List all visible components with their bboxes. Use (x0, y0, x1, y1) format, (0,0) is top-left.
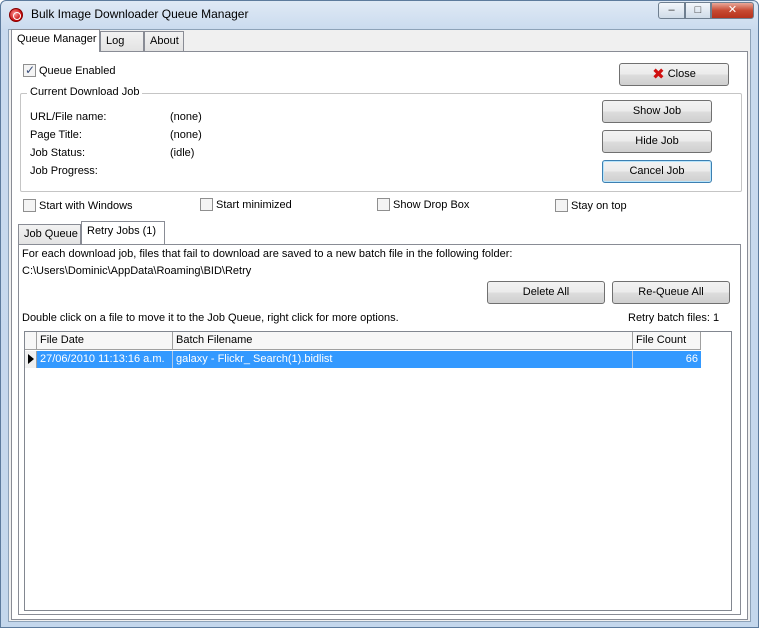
queue-manager-panel: Queue Enabled ✖Close Current Download Jo… (11, 51, 748, 620)
start-with-windows-label: Start with Windows (39, 200, 133, 212)
cell-file-date[interactable]: 27/06/2010 11:13:16 a.m. (37, 351, 173, 368)
checkbox-empty-icon (555, 199, 568, 212)
current-row-arrow-icon (28, 354, 34, 364)
maximize-button[interactable]: □ (685, 2, 711, 19)
cell-file-count[interactable]: 66 (633, 351, 701, 368)
title-bar[interactable]: Bulk Image Downloader Queue Manager – □ … (1, 1, 758, 29)
app-window: Bulk Image Downloader Queue Manager – □ … (0, 0, 759, 628)
retry-jobs-panel: For each download job, files that fail t… (18, 244, 741, 615)
checkbox-checked-icon (23, 63, 36, 77)
sub-tab-strip: Job Queue Retry Jobs (1) (18, 221, 218, 245)
page-title-value: (none) (170, 129, 202, 141)
cancel-job-button[interactable]: Cancel Job (602, 160, 712, 183)
window-title: Bulk Image Downloader Queue Manager (31, 7, 249, 21)
tab-queue-manager[interactable]: Queue Manager (11, 29, 100, 52)
retry-folder-path: C:\Users\Dominic\AppData\Roaming\BID\Ret… (22, 265, 252, 277)
queue-enabled-checkbox[interactable]: Queue Enabled (23, 63, 116, 80)
client-area: Queue Manager Log About Queue Enabled ✖C… (8, 29, 751, 622)
column-header-file-date[interactable]: File Date (37, 332, 173, 350)
current-job-group: Current Download Job URL/File name: (non… (20, 86, 742, 192)
retry-count-text: Retry batch files: 1 (628, 312, 720, 324)
queue-enabled-label: Queue Enabled (39, 65, 116, 77)
red-x-icon: ✖ (652, 66, 665, 83)
start-with-windows-checkbox[interactable]: Start with Windows (23, 199, 133, 215)
tab-retry-jobs[interactable]: Retry Jobs (1) (81, 221, 165, 244)
close-button-label: Close (667, 68, 696, 80)
checkbox-empty-icon (200, 198, 213, 211)
tab-log[interactable]: Log (100, 31, 144, 51)
show-drop-box-label: Show Drop Box (393, 199, 470, 211)
retry-info-text: For each download job, files that fail t… (22, 248, 513, 260)
close-button[interactable]: ✖ Close (619, 63, 729, 86)
cell-batch-filename[interactable]: galaxy - Flickr_ Search(1).bidlist (173, 351, 633, 368)
table-row[interactable]: 27/06/2010 11:13:16 a.m. galaxy - Flickr… (25, 351, 702, 368)
show-drop-box-checkbox[interactable]: Show Drop Box (377, 198, 469, 214)
checkbox-empty-icon (377, 198, 390, 211)
main-tab-strip: Queue Manager Log About (11, 29, 311, 53)
tab-job-queue[interactable]: Job Queue (18, 224, 81, 244)
retry-files-grid[interactable]: File Date Batch Filename File Count 27/0… (24, 331, 732, 611)
row-indicator-header (25, 332, 37, 350)
job-progress-label: Job Progress: (30, 165, 98, 177)
stay-on-top-label: Stay on top (571, 200, 627, 212)
start-minimized-checkbox[interactable]: Start minimized (200, 198, 292, 214)
current-job-legend: Current Download Job (27, 86, 143, 98)
delete-all-button[interactable]: Delete All (487, 281, 605, 304)
app-icon[interactable] (9, 8, 23, 22)
url-label: URL/File name: (30, 111, 107, 123)
checkbox-empty-icon (23, 199, 36, 212)
column-header-file-count[interactable]: File Count (633, 332, 701, 350)
column-header-batch-filename[interactable]: Batch Filename (173, 332, 633, 350)
job-status-label: Job Status: (30, 147, 86, 159)
url-value: (none) (170, 111, 202, 123)
retry-hint-text: Double click on a file to move it to the… (22, 312, 399, 324)
show-job-button[interactable]: Show Job (602, 100, 712, 123)
close-window-button[interactable]: ✕ (711, 2, 754, 19)
requeue-all-button[interactable]: Re-Queue All (612, 281, 730, 304)
stay-on-top-checkbox[interactable]: Stay on top (555, 199, 627, 215)
hide-job-button[interactable]: Hide Job (602, 130, 712, 153)
tab-about[interactable]: About (144, 31, 184, 51)
row-selector[interactable] (25, 351, 37, 368)
page-title-label: Page Title: (30, 129, 82, 141)
minimize-button[interactable]: – (658, 2, 685, 19)
start-minimized-label: Start minimized (216, 199, 292, 211)
job-status-value: (idle) (170, 147, 195, 159)
